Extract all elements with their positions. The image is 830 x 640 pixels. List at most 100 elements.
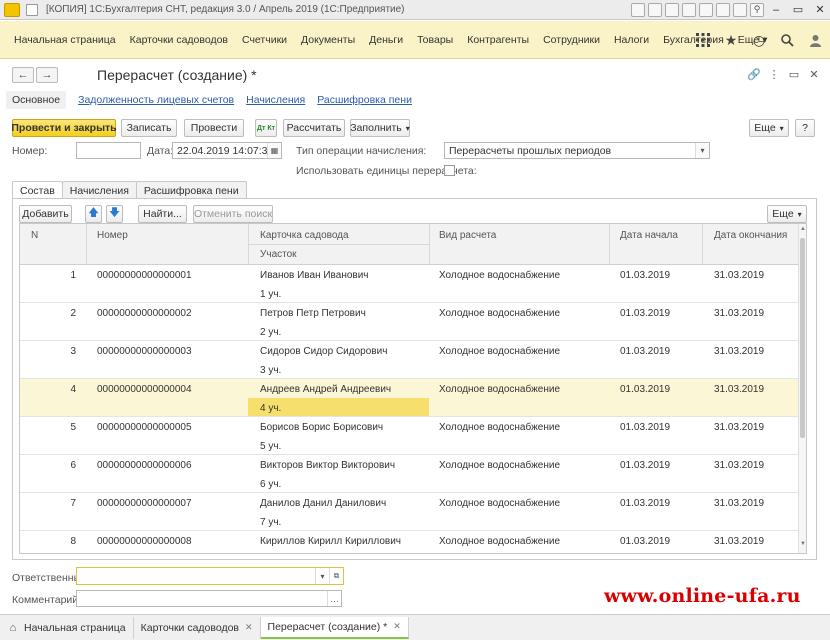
- table-row[interactable]: 8 00000000000000008 Кириллов Кирилл Кирилл…: [20, 531, 800, 553]
- cell-card[interactable]: Викторов Виктор Викторович: [260, 460, 395, 471]
- cell-card[interactable]: Данилов Данил Данилович: [260, 498, 386, 509]
- menu-taxes[interactable]: Налоги: [607, 34, 656, 46]
- cell-n[interactable]: 4: [60, 384, 76, 395]
- add-button[interactable]: Добавить: [19, 205, 72, 223]
- cell-number[interactable]: 00000000000000005: [97, 422, 192, 433]
- table-row[interactable]: 1 00000000000000001 Иванов Иван Иванович 1 …: [20, 265, 800, 303]
- back-button[interactable]: ←: [12, 67, 34, 83]
- close-icon[interactable]: ✕: [806, 66, 822, 82]
- table-row[interactable]: 4 00000000000000004 Андреев Андрей Андреев…: [20, 379, 800, 417]
- cell-start[interactable]: 01.03.2019: [620, 346, 670, 357]
- cell-start[interactable]: 01.03.2019: [620, 460, 670, 471]
- link-icon[interactable]: 🔗: [746, 66, 762, 82]
- cell-end[interactable]: 31.03.2019: [714, 384, 764, 395]
- zoom-icon[interactable]: ⚲: [750, 2, 764, 17]
- cell-end[interactable]: 31.03.2019: [714, 308, 764, 319]
- more-button[interactable]: Еще ▾: [749, 119, 789, 137]
- menu-documents[interactable]: Документы: [294, 34, 362, 46]
- cell-end[interactable]: 31.03.2019: [714, 270, 764, 281]
- tab-main[interactable]: Основное: [6, 91, 67, 109]
- cell-start[interactable]: 01.03.2019: [620, 422, 670, 433]
- cell-end[interactable]: 31.03.2019: [714, 498, 764, 509]
- cell-number[interactable]: 00000000000000002: [97, 308, 192, 319]
- tab-accruals[interactable]: Начисления: [246, 94, 305, 106]
- cell-plot[interactable]: 6 уч.: [260, 479, 281, 490]
- date-field[interactable]: 22.04.2019 14:07:33 ▦: [172, 142, 282, 159]
- cell-type[interactable]: Холодное водоснабжение: [439, 346, 560, 357]
- cell-plot[interactable]: 5 уч.: [260, 441, 281, 452]
- table-row[interactable]: 7 00000000000000007 Данилов Данил Данилови…: [20, 493, 800, 531]
- scroll-down-icon[interactable]: ▼: [799, 541, 806, 551]
- cell-type[interactable]: Холодное водоснабжение: [439, 422, 560, 433]
- cell-n[interactable]: 6: [60, 460, 76, 471]
- cell-start[interactable]: 01.03.2019: [620, 270, 670, 281]
- table-row[interactable]: 2 00000000000000002 Петров Петр Петрович 2 …: [20, 303, 800, 341]
- cell-n[interactable]: 5: [60, 422, 76, 433]
- table-more-button[interactable]: Еще ▾: [767, 205, 807, 223]
- minimize-button[interactable]: –: [766, 2, 786, 18]
- col-number[interactable]: Номер: [97, 230, 128, 241]
- cell-start[interactable]: 01.03.2019: [620, 498, 670, 509]
- table-scrollbar[interactable]: ▲ ▼: [798, 224, 806, 553]
- window-tab-cards[interactable]: Карточки садоводов ✕: [134, 616, 261, 639]
- menu-home[interactable]: Начальная страница: [0, 34, 123, 46]
- help-button[interactable]: ?: [795, 119, 815, 137]
- number-field[interactable]: [76, 142, 141, 159]
- col-card[interactable]: Карточка садовода: [260, 230, 349, 241]
- chevron-down-icon[interactable]: ▾: [695, 143, 709, 158]
- ellipsis-icon[interactable]: …: [327, 591, 341, 606]
- search-icon[interactable]: [774, 27, 800, 53]
- menu-counterparties[interactable]: Контрагенты: [460, 34, 536, 46]
- cell-n[interactable]: 1: [60, 270, 76, 281]
- menu-meters[interactable]: Счетчики: [235, 34, 294, 46]
- close-window-button[interactable]: ✕: [810, 2, 830, 18]
- table-row[interactable]: 3 00000000000000003 Сидоров Сидор Сидорови…: [20, 341, 800, 379]
- menu-money[interactable]: Деньги: [362, 34, 410, 46]
- table-row[interactable]: 5 00000000000000005 Борисов Борис Борисови…: [20, 417, 800, 455]
- col-plot[interactable]: Участок: [260, 249, 297, 260]
- save-icon[interactable]: [631, 2, 645, 17]
- cell-type[interactable]: Холодное водоснабжение: [439, 536, 560, 547]
- op-type-select[interactable]: Перерасчеты прошлых периодов ▾: [444, 142, 710, 159]
- restore-icon[interactable]: ▭: [786, 66, 802, 82]
- window-tab-recalc[interactable]: Перерасчет (создание) * ✕: [260, 616, 409, 639]
- col-n[interactable]: N: [31, 230, 38, 241]
- tab-account-debt[interactable]: Задолженность лицевых счетов: [78, 94, 234, 106]
- star-icon[interactable]: ★: [718, 27, 744, 53]
- col-type[interactable]: Вид расчета: [439, 230, 496, 241]
- cell-n[interactable]: 7: [60, 498, 76, 509]
- link-icon[interactable]: [682, 2, 696, 17]
- user-icon[interactable]: [802, 27, 828, 53]
- scroll-up-icon[interactable]: ▲: [799, 226, 806, 236]
- calendar-icon[interactable]: [699, 2, 713, 17]
- cell-type[interactable]: Холодное водоснабжение: [439, 384, 560, 395]
- cell-start[interactable]: 01.03.2019: [620, 536, 670, 547]
- tab-inner-accruals[interactable]: Начисления: [61, 181, 137, 199]
- post-button[interactable]: Провести: [184, 119, 244, 137]
- menu-goods[interactable]: Товары: [410, 34, 460, 46]
- cell-end[interactable]: 31.03.2019: [714, 422, 764, 433]
- cell-plot[interactable]: 7 уч.: [260, 517, 281, 528]
- cell-plot[interactable]: 1 уч.: [260, 289, 281, 300]
- close-icon[interactable]: ✕: [245, 622, 253, 633]
- close-icon[interactable]: ✕: [393, 621, 401, 632]
- use-units-checkbox[interactable]: [444, 165, 455, 176]
- calculator-icon[interactable]: [716, 2, 730, 17]
- cell-number[interactable]: 00000000000000006: [97, 460, 192, 471]
- fill-button[interactable]: Заполнить ▾: [350, 119, 410, 137]
- move-down-button[interactable]: 🡇: [106, 205, 123, 223]
- tab-inner-penalty[interactable]: Расшифровка пени: [135, 181, 247, 199]
- tab-penalty-details[interactable]: Расшифровка пени: [317, 94, 412, 106]
- grid-icon[interactable]: [690, 27, 716, 53]
- calendar-icon[interactable]: ▦: [267, 143, 281, 158]
- maximize-button[interactable]: ▭: [788, 2, 808, 18]
- cell-card[interactable]: Борисов Борис Борисович: [260, 422, 383, 433]
- comment-field[interactable]: …: [76, 590, 342, 607]
- dt-kt-button[interactable]: Дт Кт: [255, 119, 277, 137]
- notes-icon[interactable]: [733, 2, 747, 17]
- menu-icon[interactable]: [26, 3, 38, 16]
- cell-plot[interactable]: 2 уч.: [260, 327, 281, 338]
- cell-type[interactable]: Холодное водоснабжение: [439, 308, 560, 319]
- responsible-field[interactable]: ▾ ⧉: [76, 567, 344, 585]
- cell-card[interactable]: Иванов Иван Иванович: [260, 270, 369, 281]
